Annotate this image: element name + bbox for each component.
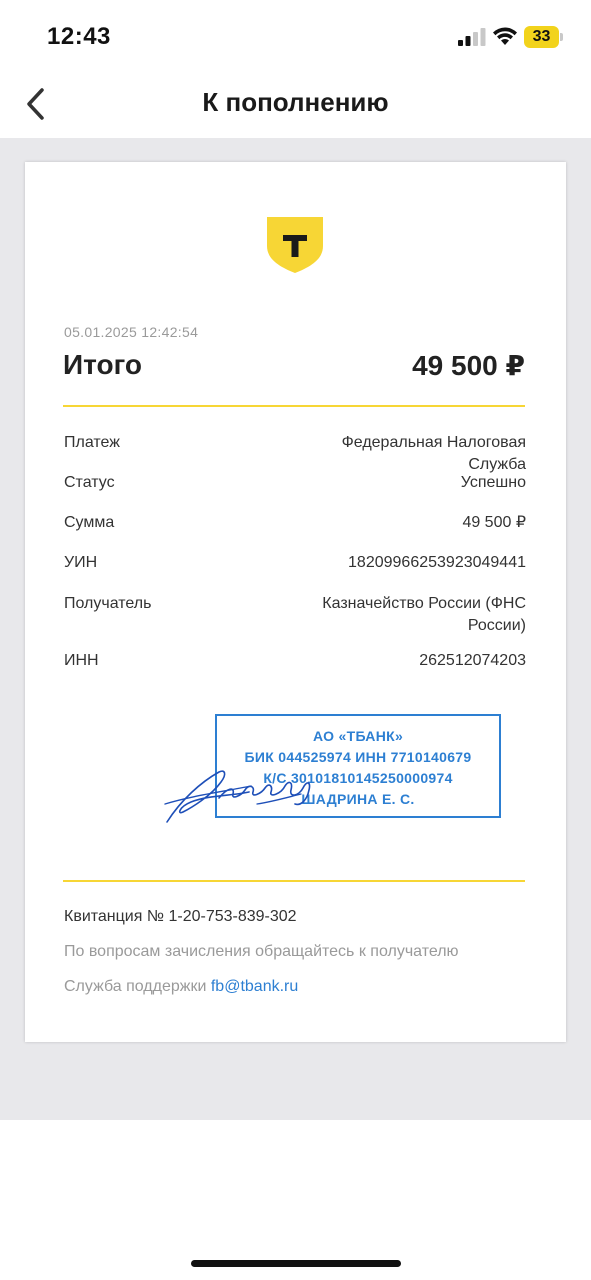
detail-row-recipient: Получатель Казначейство России (ФНС Росс… <box>64 593 526 637</box>
detail-row-uin: УИН 18209966253923049441 <box>64 552 526 574</box>
signature-icon <box>164 770 311 823</box>
receipt-card: 05.01.2025 12:42:54 Итого 49 500 ₽ Плате… <box>25 162 566 1042</box>
detail-value: 18209966253923049441 <box>348 554 526 571</box>
detail-value: Казначейство России (ФНС России) <box>322 595 526 634</box>
total-amount: 49 500 ₽ <box>412 350 525 381</box>
detail-label: Получатель <box>64 595 152 612</box>
receipt-number: Квитанция № 1-20-753-839-302 <box>64 908 297 925</box>
nav-bar: К пополнению <box>0 70 591 138</box>
detail-row-amount: Сумма 49 500 ₽ <box>64 512 526 534</box>
detail-label: Сумма <box>64 514 115 531</box>
detail-row-status: Статус Успешно <box>64 472 526 494</box>
page-title: К пополнению <box>202 87 389 117</box>
battery-cap <box>560 33 563 41</box>
divider-top <box>63 405 525 407</box>
detail-row-payment: Платеж Федеральная Налоговая Служба <box>64 432 526 476</box>
receipt-datetime: 05.01.2025 12:42:54 <box>64 324 199 340</box>
home-indicator[interactable] <box>191 1260 401 1267</box>
detail-value: 262512074203 <box>419 652 526 669</box>
divider-bottom <box>63 880 525 882</box>
detail-label: ИНН <box>64 652 99 669</box>
recipient-note: По вопросам зачисления обращайтесь к пол… <box>64 943 459 960</box>
detail-value: 49 500 ₽ <box>462 514 526 531</box>
status-bar: 12:43 33 <box>0 0 591 70</box>
detail-row-inn: ИНН 262512074203 <box>64 650 526 672</box>
battery-icon: 33 <box>524 26 564 48</box>
tbank-logo-icon <box>267 217 323 273</box>
stamp-line: АО «ТБАНК» <box>312 728 404 744</box>
support-label: Служба поддержки <box>64 978 211 995</box>
support-line: Служба поддержки fb@tbank.ru <box>64 978 298 996</box>
total-label: Итого <box>63 349 142 380</box>
signal-icon <box>458 28 486 46</box>
detail-label: Статус <box>64 474 115 491</box>
detail-value: Успешно <box>460 474 526 491</box>
detail-value: Федеральная Налоговая Служба <box>341 434 526 473</box>
battery-level: 33 <box>532 28 551 45</box>
support-email-link[interactable]: fb@tbank.ru <box>211 978 298 995</box>
detail-label: Платеж <box>64 434 120 451</box>
wifi-icon <box>493 27 517 45</box>
detail-label: УИН <box>64 554 98 571</box>
status-time: 12:43 <box>47 23 111 50</box>
